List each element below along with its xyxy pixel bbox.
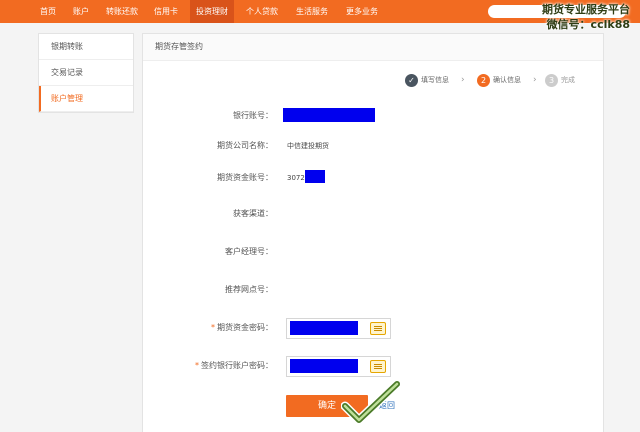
sidebar-item-account-management[interactable]: 账户管理 bbox=[39, 86, 133, 112]
futures-fund-password-label-text: 期货资金密码： bbox=[217, 323, 273, 332]
futures-fund-account-label: 期货资金账号： bbox=[217, 173, 273, 182]
keyboard-icon[interactable] bbox=[370, 322, 386, 335]
futures-fund-password-input[interactable] bbox=[286, 318, 391, 339]
watermark-line-2: 微信号：cclk88 bbox=[546, 18, 630, 31]
step-2: 2 确认信息 bbox=[477, 72, 521, 88]
step-2-label: 确认信息 bbox=[493, 76, 521, 84]
nav-item-more[interactable]: 更多业务 bbox=[340, 0, 384, 23]
referral-branch-row: 推荐网点号： bbox=[143, 282, 603, 298]
nav-item-credit-card[interactable]: 信用卡 bbox=[148, 0, 184, 23]
bank-account-password-redaction bbox=[290, 359, 358, 373]
chevron-right-icon: › bbox=[533, 75, 537, 85]
futures-company-value: 中信建投期货 bbox=[287, 142, 329, 150]
futures-fund-account-value: 3072 bbox=[287, 174, 305, 182]
account-manager-row: 客户经理号： bbox=[143, 244, 603, 260]
futures-fund-password-redaction bbox=[290, 321, 358, 335]
nav-item-investment[interactable]: 投资理财 bbox=[190, 0, 234, 23]
nav-item-home[interactable]: 首页 bbox=[34, 0, 62, 23]
main-panel: 期货存管签约 ✓ 填写信息 › 2 确认信息 › 3 完成 银行账号： 期货公司名称：… bbox=[142, 33, 604, 432]
nav-item-transfer[interactable]: 转账还款 bbox=[100, 0, 144, 23]
keyboard-icon[interactable] bbox=[370, 360, 386, 373]
watermark-line-1: 期货专业服务平台 bbox=[542, 3, 630, 16]
acquisition-channel-label: 获客渠道： bbox=[233, 209, 273, 218]
chevron-right-icon: › bbox=[461, 75, 465, 85]
futures-company-label: 期货公司名称： bbox=[217, 141, 273, 150]
required-mark: * bbox=[195, 361, 199, 370]
sidebar-item-transaction-records[interactable]: 交易记录 bbox=[39, 60, 133, 86]
bank-account-row: 银行账号： bbox=[143, 108, 603, 124]
sidebar: 银期转账 交易记录 账户管理 bbox=[38, 33, 134, 113]
nav-item-account[interactable]: 账户 bbox=[67, 0, 95, 23]
referral-branch-label: 推荐网点号： bbox=[225, 285, 273, 294]
account-manager-label: 客户经理号： bbox=[225, 247, 273, 256]
nav-item-personal-loan[interactable]: 个人贷款 bbox=[240, 0, 284, 23]
sidebar-item-bank-futures-transfer[interactable]: 银期转账 bbox=[39, 34, 133, 60]
bank-account-password-row: * 签约银行账户密码： bbox=[143, 356, 603, 377]
futures-fund-account-redaction bbox=[305, 170, 325, 183]
futures-company-row: 期货公司名称： 中信建投期货 bbox=[143, 138, 603, 154]
required-mark: * bbox=[211, 323, 215, 332]
bank-account-password-input[interactable] bbox=[286, 356, 391, 377]
bank-account-redaction bbox=[283, 108, 375, 122]
step-2-number: 2 bbox=[477, 73, 490, 87]
bank-account-password-label: * 签约银行账户密码： bbox=[195, 358, 273, 374]
acquisition-channel-row: 获客渠道： bbox=[143, 206, 603, 222]
bank-account-label: 银行账号： bbox=[233, 111, 273, 120]
step-1-label: 填写信息 bbox=[421, 76, 449, 84]
page-title: 期货存管签约 bbox=[143, 34, 603, 61]
check-icon: ✓ bbox=[405, 73, 418, 87]
step-3: 3 完成 bbox=[545, 72, 575, 88]
watermark: 期货专业服务平台 微信号：cclk88 bbox=[542, 2, 630, 32]
step-1: ✓ 填写信息 bbox=[405, 72, 449, 88]
futures-fund-password-label: * 期货资金密码： bbox=[211, 320, 273, 336]
nav-item-life-services[interactable]: 生活服务 bbox=[290, 0, 334, 23]
step-3-number: 3 bbox=[545, 73, 558, 87]
futures-fund-account-row: 期货资金账号： 3072 bbox=[143, 170, 603, 186]
bank-account-password-label-text: 签约银行账户密码： bbox=[201, 361, 273, 370]
step-3-label: 完成 bbox=[561, 76, 575, 84]
checkmark-icon bbox=[341, 380, 401, 425]
futures-fund-password-row: * 期货资金密码： bbox=[143, 318, 603, 339]
